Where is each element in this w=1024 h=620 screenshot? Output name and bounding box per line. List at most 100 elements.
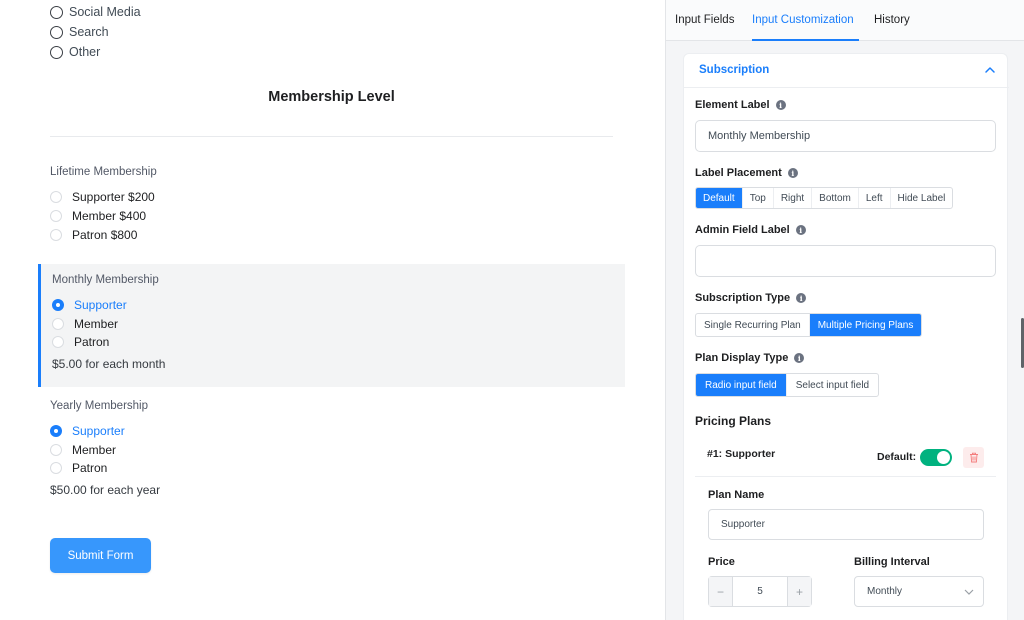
subscription-type-single[interactable]: Single Recurring Plan [696,314,810,336]
placement-option-top[interactable]: Top [743,188,774,208]
yearly-plan-supporter[interactable]: Supporter [50,424,125,438]
yearly-plan-patron[interactable]: Patron [50,461,107,475]
radio-option-social-media[interactable]: Social Media [50,5,141,19]
radio-icon [52,318,64,330]
element-label-heading: Element Label i [695,99,786,111]
delete-plan-button[interactable] [963,447,984,468]
submit-form-button[interactable]: Submit Form [50,538,151,573]
field-label-text: Admin Field Label [695,224,790,236]
plan-label: Supporter [74,298,127,312]
price-stepper: − 5 + [708,576,812,607]
radio-icon [50,462,62,474]
radio-icon [50,45,63,59]
radio-icon [50,229,62,241]
field-label-text: Plan Display Type [695,352,789,364]
plan-label: Patron [72,461,108,475]
radio-icon [50,210,62,222]
placement-option-bottom[interactable]: Bottom [812,188,859,208]
field-label-text: Subscription Type [695,292,791,304]
monthly-plan-member[interactable]: Member [52,317,118,331]
label-placement-heading: Label Placement i [695,167,798,179]
billing-interval-value: Monthly [867,586,903,597]
chevron-down-icon [964,589,974,595]
monthly-plan-supporter[interactable]: Supporter [52,298,127,312]
lifetime-plan-member[interactable]: Member $400 [50,209,146,223]
info-icon[interactable]: i [795,225,806,235]
radio-icon [50,5,63,19]
plan-label: Patron [74,335,110,349]
plan-display-type-heading: Plan Display Type i [695,352,805,364]
admin-field-label-input[interactable] [695,245,996,277]
plan-label: Patron $800 [72,228,138,242]
lifetime-plan-supporter[interactable]: Supporter $200 [50,190,155,204]
active-tab-indicator [752,39,859,41]
monthly-membership-label: Monthly Membership [52,274,159,286]
section-divider [50,136,613,137]
trash-icon [969,452,978,463]
default-label: Default: [877,451,917,463]
tab-history[interactable]: History [874,14,910,26]
subscription-type-segmented: Single Recurring Plan Multiple Pricing P… [695,313,923,337]
radio-checked-icon [52,299,64,311]
label-placement-segmented: Default Top Right Bottom Left Hide Label [695,187,954,209]
placement-option-right[interactable]: Right [774,188,813,208]
element-label-input[interactable]: Monthly Membership [695,120,996,152]
subscription-type-multiple[interactable]: Multiple Pricing Plans [809,314,922,336]
option-label: Other [69,45,101,59]
monthly-price-note: $5.00 for each month [52,357,166,371]
info-icon[interactable]: i [775,100,786,110]
radio-checked-icon [50,425,62,437]
price-label: Price [708,556,735,568]
billing-interval-select[interactable]: Monthly [854,576,984,607]
plan-display-select[interactable]: Select input field [787,374,878,396]
field-label-text: Label Placement [695,167,782,179]
option-label: Search [69,25,109,39]
plan-label: Member [74,317,119,331]
placement-option-default[interactable]: Default [696,188,743,208]
plus-icon[interactable]: + [788,577,811,606]
radio-icon [50,444,62,456]
tab-input-fields[interactable]: Input Fields [675,14,734,26]
plan-label: Member [72,443,117,457]
info-icon[interactable]: i [794,353,805,363]
option-label: Social Media [69,5,141,19]
field-label-text: Element Label [695,99,770,111]
pricing-plan-row[interactable]: #1: Supporter Default: [695,437,996,477]
plan-label: Supporter $200 [72,190,155,204]
panel-tabs: Input Fields Input Customization History [666,0,1024,41]
plan-name-input[interactable]: Supporter [708,509,984,540]
plan-heading: #1: Supporter [707,448,776,460]
admin-field-label-heading: Admin Field Label i [695,224,806,236]
plan-display-type-segmented: Radio input field Select input field [695,373,880,397]
price-value[interactable]: 5 [732,577,788,606]
plan-display-radio[interactable]: Radio input field [696,374,787,396]
form-preview: Social Media Search Other Membership Lev… [0,0,665,620]
lifetime-plan-patron[interactable]: Patron $800 [50,228,137,242]
card-header[interactable]: Subscription [684,54,1009,88]
info-icon[interactable]: i [796,293,807,303]
monthly-plan-patron[interactable]: Patron [52,335,109,349]
lifetime-membership-label: Lifetime Membership [50,166,157,178]
info-icon[interactable]: i [787,168,798,178]
chevron-up-icon[interactable] [983,63,997,77]
yearly-plan-member[interactable]: Member [50,443,116,457]
subscription-type-heading: Subscription Type i [695,292,807,304]
minus-icon[interactable]: − [709,577,732,606]
tab-input-customization[interactable]: Input Customization [752,14,854,26]
radio-icon [50,191,62,203]
radio-option-other[interactable]: Other [50,45,100,59]
settings-panel: Input Fields Input Customization History… [665,0,1024,620]
yearly-price-note: $50.00 for each year [50,483,161,497]
plan-label: Member $400 [72,209,147,223]
card-title: Subscription [699,64,770,76]
pricing-plans-title: Pricing Plans [695,414,772,428]
radio-icon [52,336,64,348]
default-toggle[interactable] [920,449,952,466]
radio-option-search[interactable]: Search [50,25,109,39]
plan-name-label: Plan Name [708,489,765,501]
placement-option-left[interactable]: Left [859,188,891,208]
section-title: Membership Level [268,89,395,105]
placement-option-hide-label[interactable]: Hide Label [891,188,953,208]
plan-label: Supporter [72,424,125,438]
yearly-membership-label: Yearly Membership [50,400,149,412]
